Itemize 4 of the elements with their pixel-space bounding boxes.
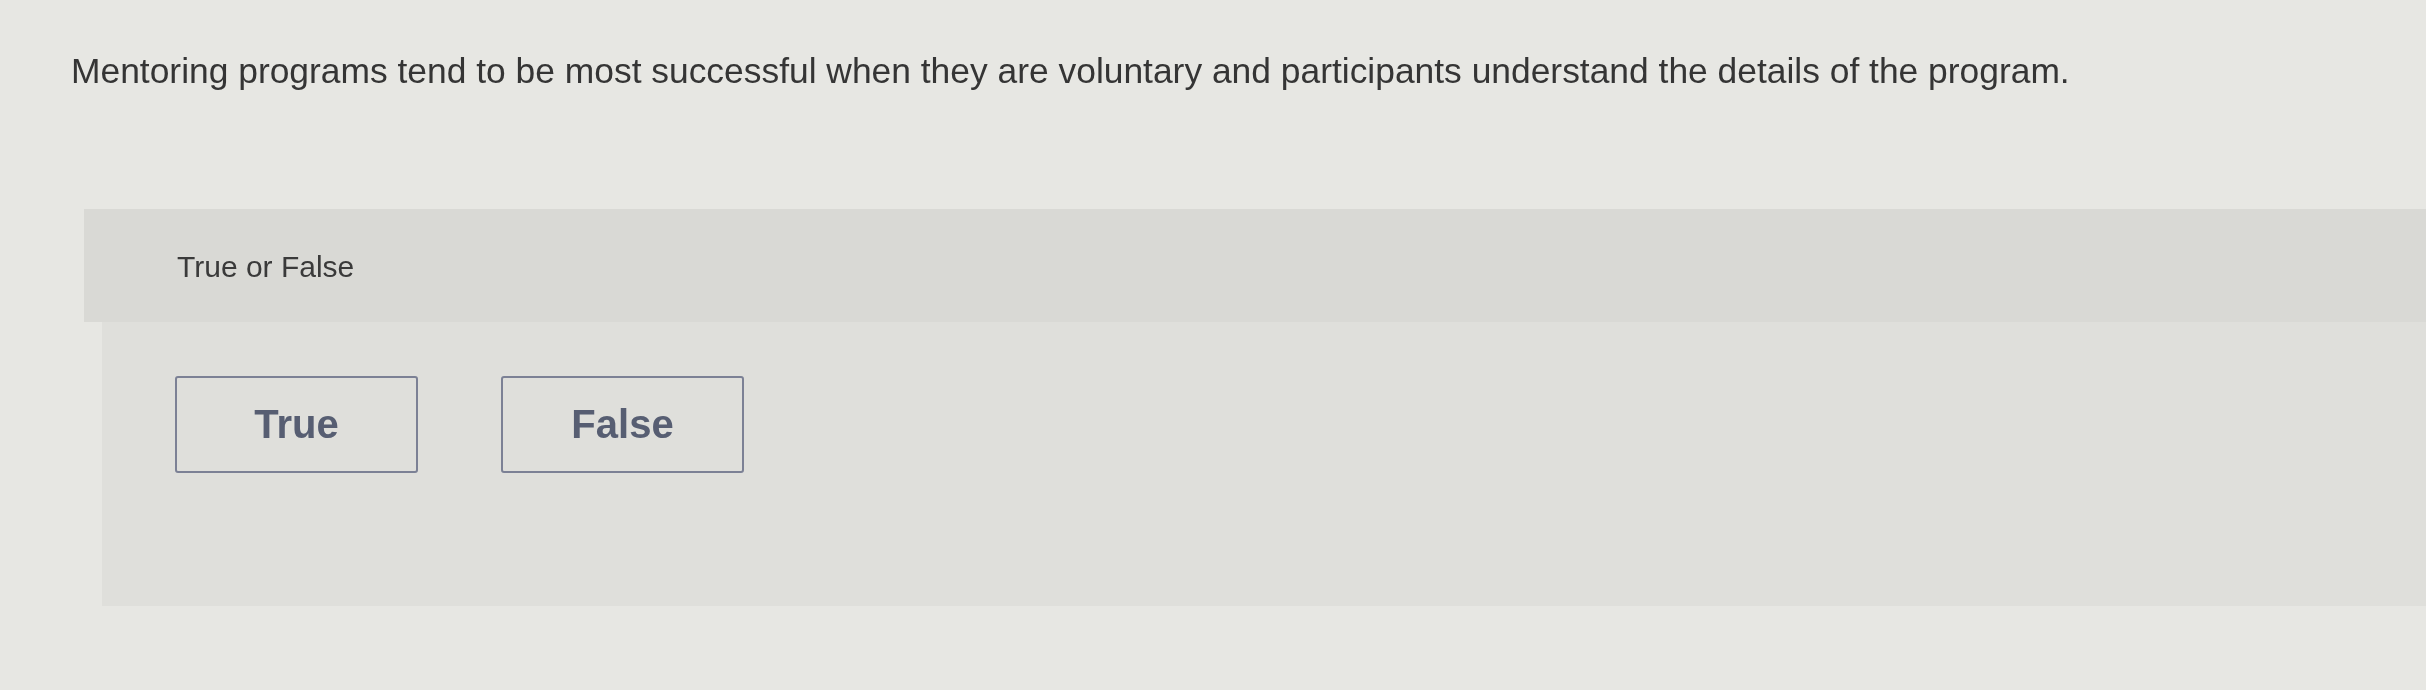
question-text: Mentoring programs tend to be most successful when they are voluntary and participants understand the details of the program. (71, 50, 2071, 93)
answer-option-button[interactable]: False (501, 376, 744, 473)
answer-option-button[interactable]: True (175, 376, 418, 473)
prompt-text: True or False (177, 249, 355, 284)
